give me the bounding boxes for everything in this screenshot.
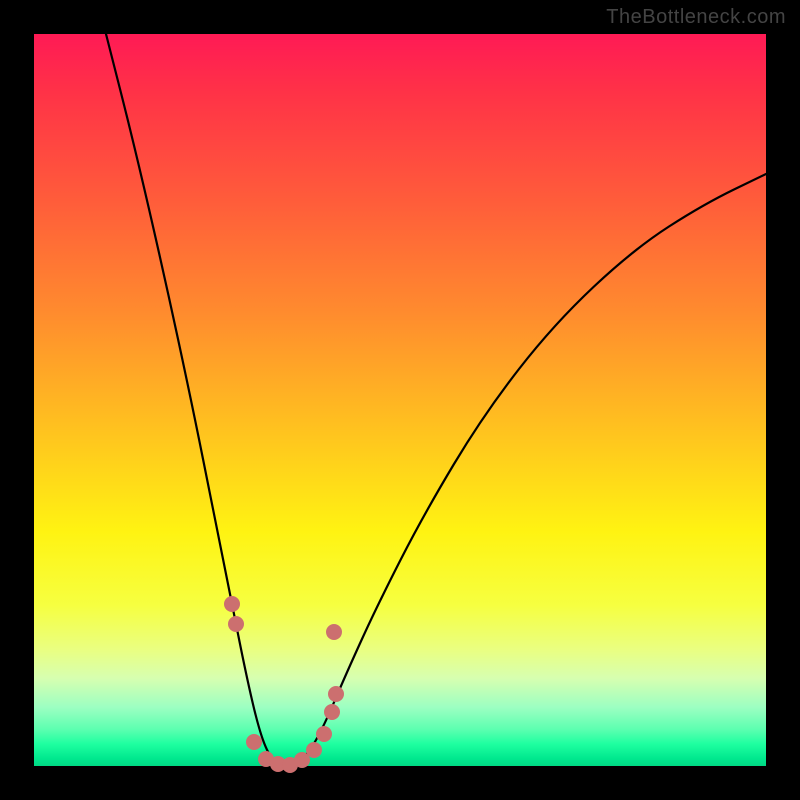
marker-dot: [246, 734, 262, 750]
marker-dot: [328, 686, 344, 702]
left-curve: [106, 34, 286, 766]
right-curve: [286, 174, 766, 766]
stage: TheBottleneck.com: [0, 0, 800, 800]
watermark-text: TheBottleneck.com: [606, 6, 786, 29]
marker-dots-group: [224, 596, 344, 773]
marker-dot: [316, 726, 332, 742]
marker-dot: [228, 616, 244, 632]
marker-dot: [326, 624, 342, 640]
plot-area: [34, 34, 766, 766]
marker-dot: [224, 596, 240, 612]
chart-svg: [34, 34, 766, 766]
marker-dot: [324, 704, 340, 720]
marker-dot: [306, 742, 322, 758]
